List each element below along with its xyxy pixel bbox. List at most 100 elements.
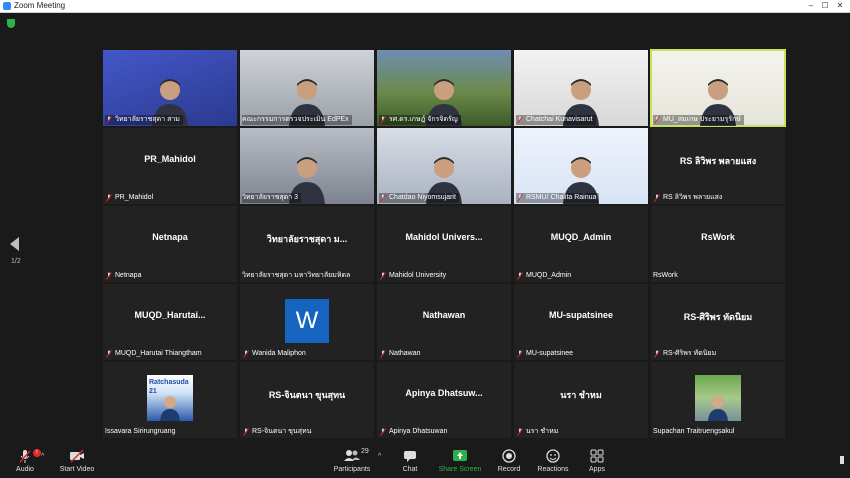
participant-name-label: MUQD_Harutai Thiangtham bbox=[115, 350, 202, 357]
participant-tile[interactable]: Chatchai Kunavisarut bbox=[514, 50, 648, 126]
participant-tile[interactable]: MUQD_Admin MUQD_Admin bbox=[514, 206, 648, 282]
participant-tile[interactable]: MUQD_Harutai... MUQD_Harutai Thiangtham bbox=[103, 284, 237, 360]
participant-caption: MUQD_Admin bbox=[516, 271, 571, 281]
participant-caption: Nathawan bbox=[379, 349, 421, 359]
participant-caption: Supachan Traitruengsakul bbox=[653, 427, 734, 437]
chat-button[interactable]: Chat bbox=[385, 444, 435, 474]
participant-name-label: Supachan Traitruengsakul bbox=[653, 428, 735, 435]
page-indicator: 1/2 bbox=[11, 258, 21, 265]
participant-tile[interactable]: Chatdao Niyomsujarit bbox=[377, 128, 511, 204]
participant-display-name: RsWork bbox=[701, 232, 735, 242]
participant-caption: Issavara Sirirungruang bbox=[105, 427, 175, 437]
participant-tile[interactable]: MU_สมเกษ ประยามรุรักษ์ bbox=[650, 49, 786, 127]
reactions-smiley-icon bbox=[528, 448, 578, 464]
participant-name-label: RsWork bbox=[653, 272, 678, 279]
participant-tile[interactable]: RSMU/ Chalita Rainua bbox=[514, 128, 648, 204]
video-camera-icon bbox=[52, 448, 102, 464]
participant-caption: PR_Mahidol bbox=[105, 193, 153, 203]
participant-name-label: Apinya Dhatsuwan bbox=[389, 428, 448, 435]
reactions-button[interactable]: Reactions bbox=[528, 444, 578, 474]
participant-tile[interactable]: Ratchasuda 21 Issavara Sirirungruang bbox=[103, 362, 237, 438]
participant-caption: MUQD_Harutai Thiangtham bbox=[105, 349, 202, 359]
participant-name-label: Chatchai Kunavisarut bbox=[526, 116, 593, 123]
participant-name-label: RS-จินตนา ขุนสุทน bbox=[252, 428, 312, 435]
audio-label: Audio bbox=[16, 466, 34, 473]
participants-count: 29 bbox=[361, 448, 369, 455]
participant-name-label: Nathawan bbox=[389, 350, 421, 357]
participant-name-label: Wanida Maliphon bbox=[252, 350, 306, 357]
window-title: Zoom Meeting bbox=[14, 1, 66, 10]
apps-button[interactable]: Apps bbox=[572, 444, 622, 474]
chat-label: Chat bbox=[402, 466, 418, 473]
participant-name-label: MUQD_Admin bbox=[526, 272, 572, 279]
participant-name-label: Chatdao Niyomsujarit bbox=[389, 194, 456, 201]
participant-name-label: รศ.ดร.เกษฎ์ จักรจิตรัญ bbox=[389, 116, 458, 123]
participant-tile[interactable]: Mahidol Univers... Mahidol University bbox=[377, 206, 511, 282]
participant-name-label: คณะกรรมการตรวจประเมิน EdPEx bbox=[242, 116, 349, 123]
apps-grid-icon bbox=[572, 448, 622, 464]
participant-caption: คณะกรรมการตรวจประเมิน EdPEx bbox=[242, 115, 352, 125]
participant-tile[interactable]: W Wanida Maliphon bbox=[240, 284, 374, 360]
participant-caption: MU-supatsinee bbox=[516, 349, 573, 359]
maximize-icon[interactable]: ☐ bbox=[818, 0, 832, 12]
record-icon bbox=[484, 448, 534, 464]
profile-photo-figure bbox=[707, 393, 729, 421]
participant-tile[interactable]: Nathawan Nathawan bbox=[377, 284, 511, 360]
video-grid: วิทยาลัยราชสุดา สาม คณะกรรมการตรวจประเมิน… bbox=[103, 49, 787, 439]
participant-caption: Mahidol University bbox=[379, 271, 446, 281]
close-icon[interactable]: ✕ bbox=[833, 0, 847, 12]
participant-tile[interactable]: RsWork RsWork bbox=[651, 206, 785, 282]
participant-caption: RS ลิวิพร พลายแสง bbox=[653, 193, 722, 203]
participant-display-name: วิทยาลัยราชสุดา ม... bbox=[266, 234, 348, 244]
minimize-icon[interactable]: – bbox=[804, 0, 818, 12]
participant-display-name: MUQD_Harutai... bbox=[134, 310, 206, 320]
participant-tile[interactable]: คณะกรรมการตรวจประเมิน EdPEx bbox=[240, 50, 374, 126]
participant-name-label: Issavara Sirirungruang bbox=[105, 428, 176, 435]
participant-tile[interactable]: นรา ชำหม นรา ชำหม bbox=[514, 362, 648, 438]
start-video-label: Start Video bbox=[59, 466, 95, 473]
participant-caption: Chatdao Niyomsujarit bbox=[379, 193, 459, 203]
participant-caption: Wanida Maliphon bbox=[242, 349, 306, 359]
title-bar: Zoom Meeting – ☐ ✕ bbox=[0, 0, 850, 13]
participant-tile[interactable]: วิทยาลัยราชสุดา 3 bbox=[240, 128, 374, 204]
meeting-toolbar: ! Audio ^ Start Video 29 Participants ^ … bbox=[0, 444, 850, 478]
security-shield-icon[interactable] bbox=[7, 19, 15, 28]
participant-tile[interactable]: Apinya Dhatsuw... Apinya Dhatsuwan bbox=[377, 362, 511, 438]
share-screen-label: Share Screen bbox=[438, 466, 482, 473]
share-screen-button[interactable]: Share Screen bbox=[435, 444, 485, 474]
participant-name-label: RSMU/ Chalita Rainua bbox=[526, 194, 597, 201]
start-video-button[interactable]: Start Video bbox=[52, 444, 102, 474]
participant-name-label: MU-supatsinee bbox=[526, 350, 574, 357]
participant-caption: นรา ชำหม bbox=[516, 427, 558, 437]
participant-name-label: MU_สมเกษ ประยามรุรักษ์ bbox=[663, 116, 741, 123]
participant-caption: วิทยาลัยราชสุดา 3 bbox=[242, 193, 301, 203]
previous-page-arrow-icon[interactable] bbox=[10, 237, 19, 251]
participant-caption: RS-ศิริพร ทัดนิยม bbox=[653, 349, 716, 359]
avatar: W bbox=[285, 299, 329, 343]
participant-name-label: วิทยาลัยราชสุดา 3 bbox=[242, 194, 298, 201]
participant-tile[interactable]: วิทยาลัยราชสุดา สาม bbox=[103, 50, 237, 126]
participant-tile[interactable]: RS-จินตนา ขุนสุทน RS-จินตนา ขุนสุทน bbox=[240, 362, 374, 438]
participant-display-name: RS-จินตนา ขุนสุทน bbox=[268, 390, 346, 400]
participant-tile[interactable]: PR_Mahidol PR_Mahidol bbox=[103, 128, 237, 204]
audio-options-caret-icon[interactable]: ^ bbox=[41, 453, 44, 460]
record-button[interactable]: Record bbox=[484, 444, 534, 474]
participant-tile[interactable]: RS-ศิริพร ทัดนิยม RS-ศิริพร ทัดนิยม bbox=[651, 284, 785, 360]
participant-tile[interactable]: Netnapa Netnapa bbox=[103, 206, 237, 282]
audio-warning-badge: ! bbox=[33, 449, 41, 457]
participant-caption: รศ.ดร.เกษฎ์ จักรจิตรัญ bbox=[379, 115, 461, 125]
participant-caption: RsWork bbox=[653, 271, 678, 281]
participant-display-name: MU-supatsinee bbox=[548, 310, 613, 320]
participants-button[interactable]: 29 Participants bbox=[327, 444, 377, 474]
participant-name-label: RS-ศิริพร ทัดนิยม bbox=[663, 350, 717, 357]
participant-tile[interactable]: Supachan Traitruengsakul bbox=[651, 362, 785, 438]
participant-display-name: นรา ชำหม bbox=[560, 390, 602, 400]
chat-bubble-icon bbox=[385, 448, 435, 464]
participant-tile[interactable]: MU-supatsinee MU-supatsinee bbox=[514, 284, 648, 360]
participant-tile[interactable]: วิทยาลัยราชสุดา ม... วิทยาลัยราชสุดา มหาว… bbox=[240, 206, 374, 282]
participants-label: Participants bbox=[333, 466, 371, 473]
participant-display-name: Mahidol Univers... bbox=[405, 232, 483, 242]
participant-tile[interactable]: รศ.ดร.เกษฎ์ จักรจิตรัญ bbox=[377, 50, 511, 126]
participants-options-caret-icon[interactable]: ^ bbox=[378, 453, 381, 460]
participant-tile[interactable]: RS ลิวิพร พลายแสง RS ลิวิพร พลายแสง bbox=[651, 128, 785, 204]
